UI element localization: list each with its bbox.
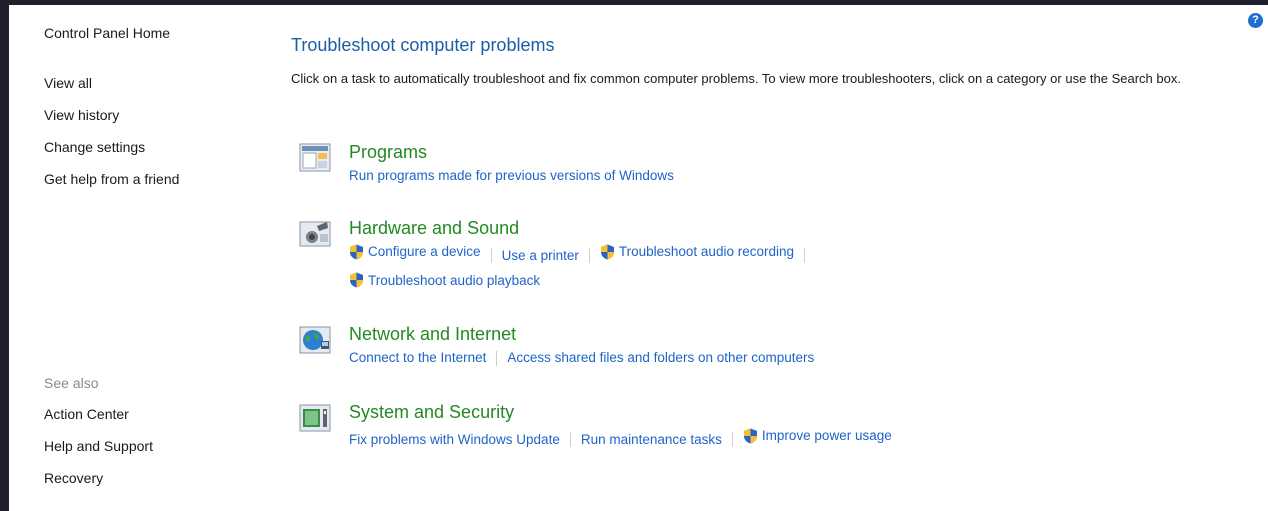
category-title-hardware-sound[interactable]: Hardware and Sound	[349, 217, 1229, 239]
page-title: Troubleshoot computer problems	[291, 35, 555, 55]
task-label: Improve power usage	[761, 428, 892, 443]
uac-shield-icon	[350, 272, 363, 288]
hardware-sound-icon	[299, 221, 331, 247]
task-access-shared-files[interactable]: Access shared files and folders on other…	[507, 348, 814, 367]
task-run-older-programs[interactable]: Run programs made for previous versions …	[349, 166, 674, 185]
see-also-recovery[interactable]: Recovery	[44, 470, 103, 486]
category-title-system-security[interactable]: System and Security	[349, 401, 1229, 423]
main-content: Troubleshoot computer problems Click on …	[291, 5, 1268, 511]
separator	[496, 350, 498, 366]
uac-shield-icon	[350, 244, 363, 259]
see-also-heading: See also	[44, 375, 99, 391]
see-also-help-and-support[interactable]: Help and Support	[44, 438, 153, 454]
task-connect-to-internet[interactable]: Connect to the Internet	[349, 348, 486, 367]
sidebar-item-view-history[interactable]: View history	[44, 107, 119, 123]
programs-icon	[299, 143, 331, 172]
task-label: Access shared files and folders on other…	[507, 350, 815, 365]
task-run-maintenance[interactable]: Run maintenance tasks	[581, 430, 722, 449]
system-security-icon	[299, 404, 331, 432]
page-description: Click on a task to automatically trouble…	[291, 71, 1181, 86]
task-label: Use a printer	[501, 247, 579, 263]
category-title-network-internet[interactable]: Network and Internet	[349, 323, 1229, 345]
sidebar: Control Panel Home View all View history…	[9, 5, 269, 511]
separator	[569, 432, 571, 448]
uac-shield-icon	[600, 244, 614, 259]
task-fix-windows-update[interactable]: Fix problems with Windows Update	[349, 430, 560, 449]
task-label: Fix problems with Windows Update	[349, 431, 560, 447]
see-also-action-center[interactable]: Action Center	[44, 406, 129, 422]
task-label: Connect to the Internet	[349, 350, 487, 365]
task-label: Run programs made for previous versions …	[349, 168, 674, 183]
network-globe-icon	[299, 326, 331, 354]
separator	[731, 432, 733, 448]
control-panel-window: ? Control Panel Home View all View histo…	[9, 5, 1268, 511]
category-title-programs[interactable]: Programs	[349, 141, 1229, 163]
task-troubleshoot-audio-playback[interactable]: Troubleshoot audio playback	[349, 271, 540, 290]
separator	[490, 248, 492, 264]
uac-shield-icon	[743, 428, 757, 443]
separator	[588, 248, 590, 264]
sidebar-item-change-settings[interactable]: Change settings	[44, 139, 145, 155]
task-label: Troubleshoot audio recording	[618, 244, 794, 259]
task-configure-device[interactable]: Configure a device	[349, 242, 481, 261]
task-label: Troubleshoot audio playback	[368, 272, 541, 288]
task-use-printer[interactable]: Use a printer	[502, 246, 579, 265]
sidebar-item-view-all[interactable]: View all	[44, 75, 92, 91]
task-troubleshoot-audio-recording[interactable]: Troubleshoot audio recording	[600, 242, 794, 261]
sidebar-item-get-help[interactable]: Get help from a friend	[44, 171, 179, 187]
separator	[804, 248, 805, 264]
task-label: Configure a device	[368, 244, 481, 259]
task-label: Run maintenance tasks	[580, 431, 722, 447]
task-improve-power-usage[interactable]: Improve power usage	[743, 426, 892, 445]
sidebar-control-panel-home[interactable]: Control Panel Home	[44, 25, 170, 41]
